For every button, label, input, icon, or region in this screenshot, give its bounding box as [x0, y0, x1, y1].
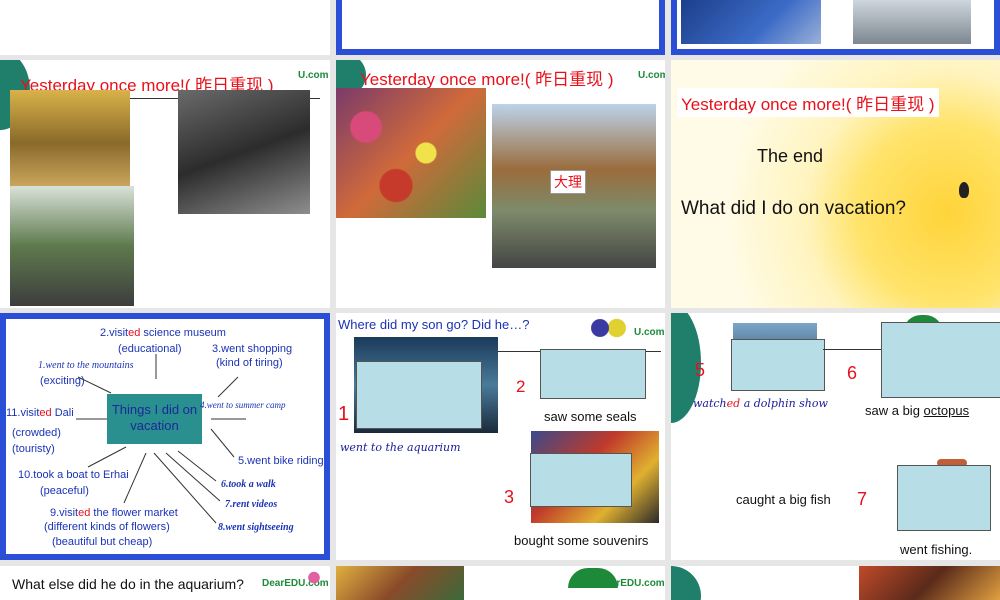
caption-7: caught a big fish	[736, 492, 831, 507]
mindmap-item-11: 11.visited Dali	[6, 407, 74, 419]
slide-thumbnail-8[interactable]: Where did my son go? Did he…? U.com 1 we…	[336, 313, 665, 560]
slide-thumbnail-9[interactable]: 5 watched a dolphin show 6 saw a big oct…	[671, 313, 1000, 560]
number-3: 3	[504, 487, 515, 507]
mindmap-item-7: 7.rent videos	[225, 499, 278, 510]
penguin-icon	[959, 182, 969, 198]
image-placeholder-5	[731, 339, 825, 391]
mindmap-item-6: 6.took a walk	[221, 479, 276, 490]
logo: DearEDU.com	[598, 578, 665, 589]
slide-title: What else did he do in the aquarium?	[12, 576, 244, 592]
music-store-photo	[178, 90, 310, 214]
caption-5: watched a dolphin show	[693, 397, 828, 410]
question-text: What did I do on vacation?	[681, 198, 906, 219]
divider	[823, 349, 883, 350]
mindmap-item-3-note: (kind of tiring)	[216, 357, 283, 369]
slide-title: Yesterday once more!( 昨日重现 )	[681, 95, 935, 114]
mindmap-item-9-note-2: (beautiful but cheap)	[52, 536, 153, 548]
slide-thumbnail-2[interactable]	[336, 0, 665, 55]
caption-3: bought some souvenirs	[514, 533, 649, 548]
mindmap-item-11-note-2: (touristy)	[12, 443, 55, 455]
number-7: 7	[857, 489, 868, 509]
teal-decoration	[671, 566, 701, 600]
carnival-photo	[336, 566, 464, 600]
end-text: The end	[757, 146, 824, 166]
slide-thumbnail-7[interactable]: Things I did on vacation 2.visited scien…	[0, 313, 330, 560]
slide-thumbnail-10[interactable]: What else did he do in the aquarium? Dea…	[0, 566, 330, 600]
mindmap-item-5: 5.went bike riding	[238, 455, 324, 467]
mindmap-item-2: 2.visited science museum	[100, 327, 226, 339]
street-photo	[853, 0, 971, 44]
slide-title: Yesterday once more!( 昨日重现 )	[360, 70, 614, 89]
slide-thumbnail-11[interactable]: DearEDU.com	[336, 566, 665, 600]
mindmap-item-10-note: (peaceful)	[40, 485, 89, 497]
title-box: Yesterday once more!( 昨日重现 )	[677, 88, 939, 117]
mindmap-item-9: 9.visited the flower market	[50, 507, 178, 519]
logo: U.com	[638, 70, 665, 81]
mindmap-item-8: 8.went sightseeing	[218, 522, 294, 533]
slide-thumbnail-5[interactable]: Yesterday once more!( 昨日重现 ) U.com 大理	[336, 60, 665, 308]
photo-label-text: 大理	[554, 174, 582, 190]
image-placeholder-7	[897, 465, 991, 531]
mindmap-center-text: Things I did on vacation	[111, 402, 198, 433]
slide-thumbnail-3[interactable]	[671, 0, 1000, 55]
tent-photo	[681, 0, 821, 44]
mindmap-item-9-note-1: (different kinds of flowers)	[44, 521, 170, 533]
number-5: 5	[695, 360, 706, 380]
mindmap-item-10: 10.took a boat to Erhai	[18, 469, 129, 481]
mindmap-item-1: 1.went to the mountains	[38, 360, 134, 371]
caption-2: saw some seals	[544, 409, 637, 424]
caption-6: saw a big octopus	[865, 403, 970, 418]
slide-thumbnail-12[interactable]	[671, 566, 1000, 600]
mindmap-item-3: 3.went shopping	[212, 343, 293, 355]
image-placeholder-1	[356, 361, 482, 429]
mindmap-item-2-note: (educational)	[118, 343, 182, 355]
caption-1: went to the aquarium	[340, 441, 461, 454]
restaurant-photo	[859, 566, 1000, 600]
image-placeholder-3	[530, 453, 632, 507]
slide-title: Where did my son go? Did he…?	[338, 317, 530, 332]
slide-thumbnail-4[interactable]: Yesterday once more!( 昨日重现 ) U.com	[0, 60, 330, 308]
number-1: 1	[338, 403, 350, 425]
mindmap-item-1-note: (exciting)	[40, 375, 85, 387]
image-placeholder-6	[881, 322, 1000, 398]
mindmap-item-4: 4.went to summer camp	[200, 400, 286, 410]
number-6: 6	[847, 363, 858, 383]
mindmap-item-11-note-1: (crowded)	[12, 427, 61, 439]
logo: U.com	[298, 70, 329, 81]
autumn-path-photo	[10, 90, 130, 186]
slide-thumbnail-1[interactable]	[0, 0, 330, 55]
balloons-icon	[306, 568, 326, 592]
slide-thumbnail-6[interactable]: Yesterday once more!( 昨日重现 ) The end Wha…	[671, 60, 1000, 308]
number-2: 2	[516, 377, 526, 396]
logo: U.com	[634, 327, 665, 338]
flower-market-photo	[336, 88, 486, 218]
park-photo	[10, 186, 134, 306]
image-placeholder-2	[540, 349, 646, 399]
balloons-icon	[588, 315, 628, 341]
mindmap-center: Things I did on vacation	[107, 394, 202, 444]
caption-8: went fishing.	[900, 542, 973, 557]
photo-label: 大理	[550, 170, 586, 194]
